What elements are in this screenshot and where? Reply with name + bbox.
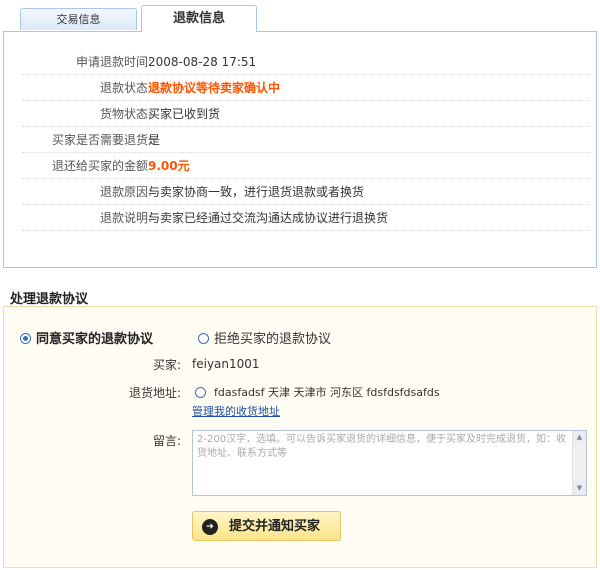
agree-option[interactable]: 同意买家的退款协议 [20, 332, 153, 348]
info-row-need-return: 买家是否需要退货: 是 [22, 127, 590, 153]
info-label: 退还给买家的金额: [51, 159, 152, 173]
submit-notify-button[interactable]: ➔ 提交并通知买家 [192, 511, 341, 541]
tab-bar: 交易信息 退款信息 [0, 0, 600, 32]
info-label: 退款说明: [99, 211, 152, 225]
info-row-refund-note: 退款说明: 与卖家已经通过交流沟通达成协议进行退换货 [22, 205, 590, 231]
message-label: 留言: [152, 434, 181, 448]
scroll-up-icon[interactable]: ▲ [573, 431, 586, 444]
agree-label: 同意买家的退款协议 [36, 332, 154, 347]
info-row-apply-time: 申请退款时间: 2008-08-28 17:51 [22, 49, 590, 75]
info-row-goods-status: 货物状态: 买家已收到货 [22, 101, 590, 127]
info-value: 与卖家已经通过交流沟通达成协议进行退换货 [148, 211, 389, 225]
address-value: fdasfadsf 天津 天津市 河东区 fdsfdsfdsafds [214, 386, 440, 399]
submit-label: 提交并通知买家 [229, 519, 321, 534]
refund-amount-value: 9.00元 [148, 159, 190, 173]
info-value: 买家已收到货 [148, 107, 221, 121]
info-value: 是 [148, 133, 161, 147]
info-row-refund-amount: 退还给买家的金额: 9.00元 [22, 153, 590, 179]
info-value: 2008-08-28 17:51 [148, 55, 257, 69]
refund-info-panel: 申请退款时间: 2008-08-28 17:51 退款状态: 退款协议等待卖家确… [3, 31, 597, 268]
info-row-refund-status: 退款状态: 退款协议等待卖家确认中 [22, 75, 590, 101]
return-address-label: 退货地址: [128, 386, 181, 400]
manage-address-link[interactable]: 管理我的收货地址 [192, 403, 280, 419]
refuse-radio[interactable] [198, 333, 209, 344]
section-divider [3, 306, 597, 307]
info-label: 退款原因: [99, 185, 152, 199]
info-label: 退款状态: [99, 81, 152, 95]
arrow-right-icon: ➔ [202, 519, 218, 535]
tab-refund-info[interactable]: 退款信息 [141, 5, 257, 32]
buyer-label: 买家: [152, 358, 181, 372]
refuse-label: 拒绝买家的退款协议 [214, 332, 332, 347]
process-section-title: 处理退款协议 [10, 292, 89, 307]
scroll-down-icon[interactable]: ▼ [573, 482, 586, 495]
return-address-option[interactable]: fdasfadsf 天津 天津市 河东区 fdsfdsfdsafds [195, 385, 440, 401]
info-value: 与卖家协商一致，进行退货退款或者换货 [148, 185, 365, 199]
address-radio[interactable] [195, 386, 206, 398]
buyer-value: feiyan1001 [192, 357, 260, 371]
refuse-option[interactable]: 拒绝买家的退款协议 [198, 332, 331, 348]
info-label: 货物状态: [99, 107, 152, 121]
message-textarea[interactable] [193, 431, 573, 495]
info-row-refund-reason: 退款原因: 与卖家协商一致，进行退货退款或者换货 [22, 179, 590, 205]
message-scrollbar[interactable]: ▲ ▼ [572, 431, 586, 495]
message-box: ▲ ▼ [192, 430, 587, 496]
agree-radio[interactable] [20, 333, 31, 344]
info-label: 申请退款时间: [75, 55, 152, 69]
info-label: 买家是否需要退货: [51, 133, 152, 147]
refund-status-value: 退款协议等待卖家确认中 [148, 81, 281, 95]
tab-transaction-info[interactable]: 交易信息 [20, 8, 137, 30]
